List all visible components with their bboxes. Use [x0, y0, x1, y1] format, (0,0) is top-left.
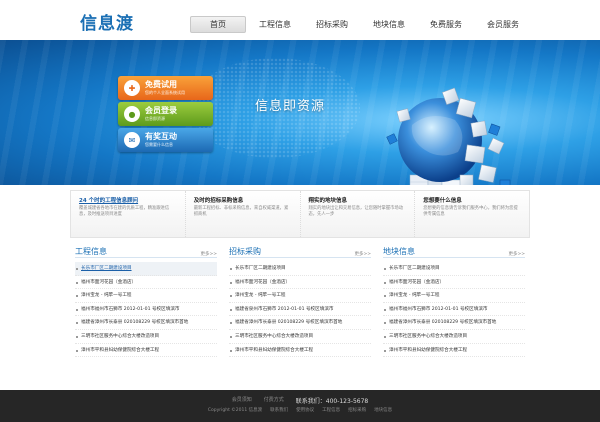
news-columns: 工程信息 更多>> 长乐市厂区二期建设项目 福州市面河花园（金酒店） 漳州宝龙 …	[75, 246, 525, 366]
footer-link-bidding[interactable]: 招标采购	[348, 407, 366, 413]
more-link[interactable]: 更多>>	[508, 251, 525, 257]
user-icon: ●	[124, 106, 140, 122]
list-item[interactable]: 福州市福州市石狮市 2012-01-01 号校区填滨市	[383, 303, 525, 317]
list-item[interactable]: 三明市社区服务中心综合大楼改造项目	[383, 330, 525, 344]
interactive-reward-title: 有奖互动	[145, 132, 177, 141]
column-land-info: 地块信息 更多>> 长乐市厂区二期建设项目 福州市面河花园（金酒店） 漳州宝龙 …	[383, 246, 525, 366]
info-box-desc: 翔实的地块出让和交易信息，让您随时掌握市场动态，先人一步	[308, 206, 404, 217]
list-item[interactable]: 福建省漳州市长泰县 020108229 号校区填滨市首地	[75, 316, 217, 330]
column-title: 招标采购	[229, 247, 261, 256]
info-highlights: 24 个时的工程信息顾问 覆盖城建省各地市在建的优质工程，精准跟进信息，及时推送…	[70, 190, 530, 238]
chat-icon: ✉	[124, 132, 140, 148]
column-header: 地块信息 更多>>	[383, 246, 525, 258]
column-bidding: 招标采购 更多>> 长乐市厂区二期建设项目 福州市面河花园（金酒店） 漳州宝龙 …	[229, 246, 371, 366]
hero-banner: 信息即资源 ✚ 免费试用 您的个人全面系统试用 ● 会员登录 信息即资源 ✉ 有…	[0, 40, 600, 185]
nav-member-service[interactable]: 会员服务	[475, 16, 531, 33]
list-item[interactable]: 三明市社区服务中心综合大楼改造项目	[75, 330, 217, 344]
nav-project-info[interactable]: 工程信息	[247, 16, 303, 33]
nav-free-service[interactable]: 免费服务	[418, 16, 474, 33]
info-box-land[interactable]: 翔实的地块信息 翔实的地块出让和交易信息，让您随时掌握市场动态，先人一步	[301, 191, 416, 237]
main-nav: 首页 工程信息 招标采购 地块信息 免费服务 会员服务	[190, 16, 532, 33]
list-item[interactable]: 福州市面河花园（金酒店）	[75, 276, 217, 290]
nav-land-info[interactable]: 地块信息	[361, 16, 417, 33]
list-item[interactable]: 福州市面河花园（金酒店）	[383, 276, 525, 290]
list-item[interactable]: 福州市面河花园（金酒店）	[229, 276, 371, 290]
gift-icon: ✚	[124, 80, 140, 96]
column-list: 长乐市厂区二期建设项目 福州市面河花园（金酒店） 漳州宝龙 - 纯苹一号工程 福…	[229, 262, 371, 358]
info-box-title[interactable]: 您想要什么信息	[423, 196, 521, 204]
footer-bottom-links: Copyright ©2011 信息渡 联系我们 使用协议 工程信息 招标采购 …	[0, 407, 600, 413]
globe-illustration	[386, 87, 511, 185]
list-item[interactable]: 福建省漳州市长泰县 020108229 号校区填滨市首地	[383, 316, 525, 330]
list-item[interactable]: 三明市社区服务中心综合大楼改造项目	[229, 330, 371, 344]
footer-link-land-info[interactable]: 地块信息	[374, 407, 392, 413]
footer-hotline: 联系我们：400-123-5678	[295, 398, 369, 405]
info-box-request[interactable]: 您想要什么信息 您想要的信息请告诉我们服务中心，我们将为您提供专属信息	[415, 191, 529, 237]
footer-top-links: 会员须知 付费方式 联系我们：400-123-5678	[0, 396, 600, 405]
info-box-title[interactable]: 翔实的地块信息	[309, 196, 407, 204]
list-item[interactable]: 漳州市平和县妇幼保健院综合大楼工程	[229, 344, 371, 358]
banner-slogan: 信息即资源	[255, 99, 326, 114]
site-footer: 会员须知 付费方式 联系我们：400-123-5678 Copyright ©2…	[0, 390, 600, 422]
list-item[interactable]: 漳州市平和县妇幼保健院综合大楼工程	[383, 344, 525, 358]
column-header: 工程信息 更多>>	[75, 246, 217, 258]
more-link[interactable]: 更多>>	[354, 251, 371, 257]
column-title: 地块信息	[383, 247, 415, 256]
column-project-info: 工程信息 更多>> 长乐市厂区二期建设项目 福州市面河花园（金酒店） 漳州宝龙 …	[75, 246, 217, 366]
list-item[interactable]: 福建省泉州市石狮市 2012-01-01 号校区填滨市	[229, 303, 371, 317]
column-title: 工程信息	[75, 247, 107, 256]
info-box-desc: 覆盖城建省各地市在建的优质工程，精准跟进信息，及时推送项目进度	[79, 206, 170, 217]
footer-link-contact[interactable]: 联系我们	[270, 407, 288, 413]
free-trial-title: 免费试用	[145, 80, 177, 89]
free-trial-button[interactable]: ✚ 免费试用 您的个人全面系统试用	[118, 76, 213, 100]
site-logo[interactable]: 信息渡	[80, 9, 134, 34]
member-login-button[interactable]: ● 会员登录 信息即资源	[118, 102, 213, 126]
nav-bidding[interactable]: 招标采购	[304, 16, 360, 33]
interactive-reward-subtitle: 您需要什么信息	[145, 142, 173, 147]
info-box-title[interactable]: 及时的招标采购信息	[194, 196, 292, 204]
more-link[interactable]: 更多>>	[200, 251, 217, 257]
info-box-project-consultant[interactable]: 24 个时的工程信息顾问 覆盖城建省各地市在建的优质工程，精准跟进信息，及时推送…	[71, 191, 186, 237]
list-item[interactable]: 漳州宝龙 - 纯苹一号工程	[383, 289, 525, 303]
footer-link-payment[interactable]: 付费方式	[264, 396, 284, 405]
list-item[interactable]: 长乐市厂区二期建设项目	[75, 262, 217, 276]
nav-home[interactable]: 首页	[190, 16, 246, 33]
member-login-title: 会员登录	[145, 106, 177, 115]
info-box-title[interactable]: 24 个时的工程信息顾问	[79, 196, 177, 204]
footer-link-project-info[interactable]: 工程信息	[322, 407, 340, 413]
member-login-subtitle: 信息即资源	[145, 116, 165, 121]
footer-link-terms[interactable]: 使用协议	[296, 407, 314, 413]
list-item[interactable]: 漳州市平和县妇幼保健院综合大楼工程	[75, 344, 217, 358]
interactive-reward-button[interactable]: ✉ 有奖互动 您需要什么信息	[118, 128, 213, 152]
column-list: 长乐市厂区二期建设项目 福州市面河花园（金酒店） 漳州宝龙 - 纯苹一号工程 福…	[75, 262, 217, 358]
list-item[interactable]: 漳州宝龙 - 纯苹一号工程	[229, 289, 371, 303]
list-item[interactable]: 福州市福州市石狮市 2012-01-01 号校区填滨市	[75, 303, 217, 317]
list-item[interactable]: 福建省漳州市长泰县 020108229 号校区填滨市首地	[229, 316, 371, 330]
list-item[interactable]: 长乐市厂区二期建设项目	[383, 262, 525, 276]
footer-link-member-notice[interactable]: 会员须知	[232, 396, 252, 405]
column-header: 招标采购 更多>>	[229, 246, 371, 258]
info-box-desc: 最新工程招标、非标采购信息，来自权威渠道，紧抓商机	[193, 206, 289, 217]
free-trial-subtitle: 您的个人全面系统试用	[145, 90, 185, 95]
column-list: 长乐市厂区二期建设项目 福州市面河花园（金酒店） 漳州宝龙 - 纯苹一号工程 福…	[383, 262, 525, 358]
list-item[interactable]: 漳州宝龙 - 纯苹一号工程	[75, 289, 217, 303]
footer-copyright: Copyright ©2011 信息渡	[207, 408, 263, 413]
list-item[interactable]: 长乐市厂区二期建设项目	[229, 262, 371, 276]
info-box-desc: 您想要的信息请告诉我们服务中心，我们将为您提供专属信息	[423, 206, 518, 217]
info-box-bidding[interactable]: 及时的招标采购信息 最新工程招标、非标采购信息，来自权威渠道，紧抓商机	[186, 191, 301, 237]
site-header: 信息渡 首页 工程信息 招标采购 地块信息 免费服务 会员服务	[0, 0, 600, 40]
